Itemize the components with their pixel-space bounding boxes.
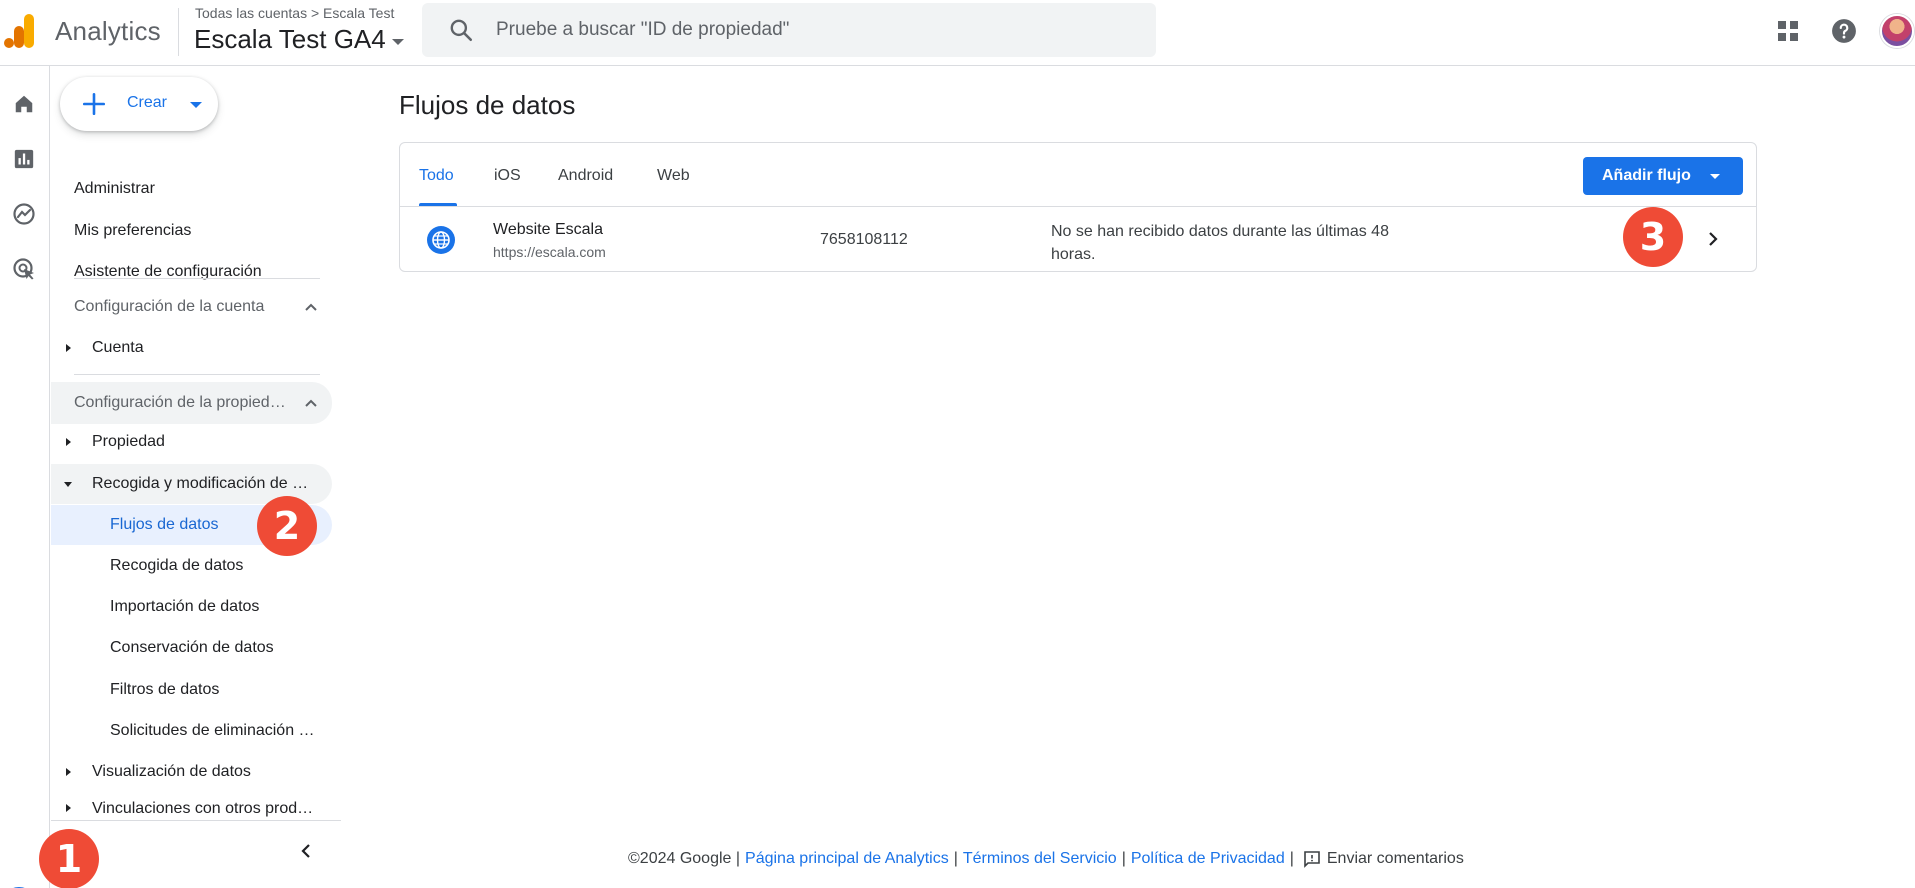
search-input[interactable] [496,13,1136,47]
caret-right-icon [66,768,71,776]
tab-android[interactable]: Android [558,167,613,185]
left-rail [0,66,50,888]
add-stream-label: Añadir flujo [1602,167,1691,184]
footer-separator: | [1289,850,1294,867]
caret-right-icon [66,344,71,352]
privacy-link[interactable]: Política de Privacidad [1131,850,1285,868]
app-name: Analytics [55,16,161,46]
analytics-logo-icon[interactable] [4,14,36,48]
section-label: Configuración de la propied… [74,394,286,411]
step-badge-1: 1 [39,829,99,888]
collapse-sidebar-button[interactable] [291,836,321,866]
account-breadcrumb[interactable]: Todas las cuentas > Escala Test [195,5,394,21]
advertising-icon[interactable] [8,253,40,285]
add-stream-button[interactable]: Añadir flujo [1583,157,1743,195]
explore-icon[interactable] [8,198,40,230]
nav-divider [51,820,341,821]
nav-item-data-filters[interactable]: Filtros de datos [51,670,331,710]
caret-right-icon [66,438,71,446]
nav-item-data-retention[interactable]: Conservación de datos [51,628,331,668]
create-button[interactable]: Crear [60,77,218,131]
search-bar[interactable] [422,3,1156,57]
footer: ©2024 Google | Página principal de Analy… [628,850,1464,868]
search-icon [450,19,473,42]
chevron-right-icon[interactable] [1705,230,1721,248]
nav-item-data-display[interactable]: Visualización de datos [51,752,331,792]
header-divider [178,8,179,56]
caret-down-icon [64,482,72,487]
nav-item-administrar[interactable]: Administrar [51,169,331,209]
stream-tabs: Todo iOS Android Web Añadir flujo [400,143,1756,207]
chevron-left-icon [301,844,310,858]
data-streams-card: Todo iOS Android Web Añadir flujo Websit… [399,142,1757,272]
property-name: Escala Test GA4 [194,24,386,54]
caret-down-icon [190,102,202,108]
tab-web[interactable]: Web [657,167,690,185]
footer-separator: | [1121,850,1126,867]
nav-item-deletion-requests[interactable]: Solicitudes de eliminación … [51,711,331,751]
globe-icon [427,226,455,254]
copyright-text: ©2024 Google | [628,850,741,867]
create-label: Crear [127,94,168,111]
feedback-button[interactable]: Enviar comentarios [1303,850,1464,868]
tab-ios[interactable]: iOS [494,167,521,185]
feedback-icon [1304,851,1320,868]
caret-down-icon [1710,174,1720,179]
admin-sidebar: Crear Administrar Mis preferencias Asist… [51,66,341,888]
help-icon[interactable] [1829,16,1859,46]
plus-icon [82,92,106,116]
analytics-home-link[interactable]: Página principal de Analytics [745,850,949,868]
active-tab-indicator [419,203,457,206]
nav-item-data-import[interactable]: Importación de datos [51,587,331,627]
nav-item-preferences[interactable]: Mis preferencias [51,211,331,251]
tab-all[interactable]: Todo [419,167,454,185]
nav-label: Cuenta [92,339,144,356]
nav-label: Visualización de datos [92,763,251,780]
section-label: Configuración de la cuenta [74,298,265,315]
nav-label: Recogida y modificación de … [92,475,309,492]
terms-link[interactable]: Términos del Servicio [963,850,1117,868]
top-app-bar: Analytics Todas las cuentas > Escala Tes… [0,0,1915,66]
apps-icon[interactable] [1773,16,1803,46]
nav-label: Vinculaciones con otros prod… [92,800,314,817]
stream-id: 7658108112 [820,231,908,248]
nav-divider [74,374,320,375]
caret-down-icon [391,38,404,45]
table-row[interactable]: Website Escala https://escala.com 765810… [400,208,1756,272]
step-badge-2: 2 [257,496,317,556]
chevron-up-icon [305,399,317,407]
stream-name: Website Escala [493,221,603,238]
page-title: Flujos de datos [399,90,576,120]
nav-item-property[interactable]: Propiedad [51,422,331,462]
reports-icon[interactable] [8,143,40,175]
stream-status: No se han recibido datos durante las últ… [1051,223,1389,263]
nav-item-account[interactable]: Cuenta [51,328,331,368]
step-badge-3: 3 [1623,207,1683,267]
caret-right-icon [66,804,71,812]
property-settings-section[interactable]: Configuración de la propied… [51,382,332,424]
avatar[interactable] [1880,14,1914,48]
account-settings-section[interactable]: Configuración de la cuenta [51,286,332,328]
nav-label: Propiedad [92,433,165,450]
nav-item-product-links[interactable]: Vinculaciones con otros prod… [51,794,331,818]
home-icon[interactable] [8,88,40,120]
property-selector[interactable]: Escala Test GA4 [194,24,404,55]
footer-separator: | [953,850,958,867]
feedback-label: Enviar comentarios [1326,850,1464,867]
chevron-up-icon [305,303,317,311]
nav-divider [74,278,320,279]
stream-url: https://escala.com [493,244,606,260]
